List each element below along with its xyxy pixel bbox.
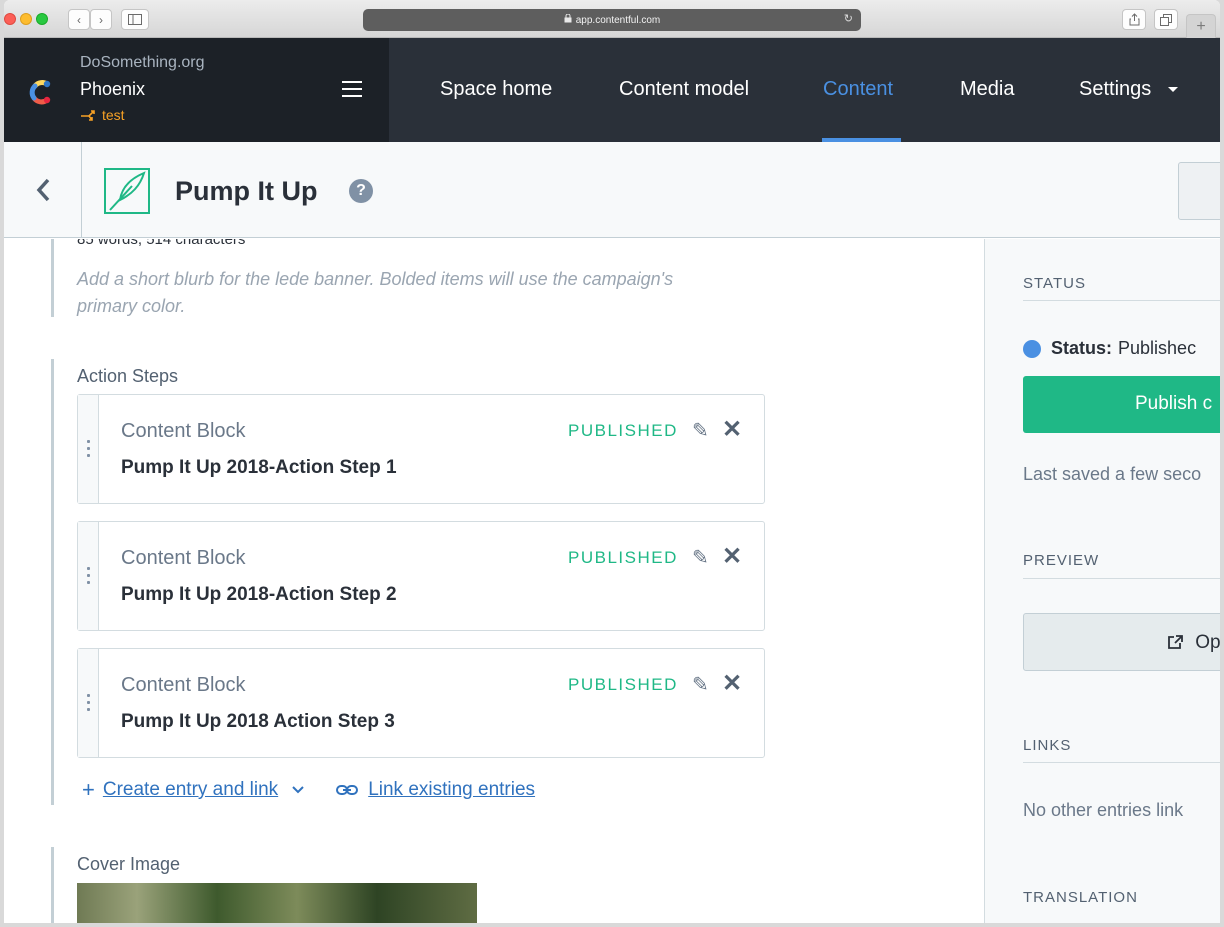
caret-down-icon: [1167, 86, 1178, 92]
card-title: Pump It Up 2018 Action Step 3: [121, 711, 395, 732]
field-help-text: Add a short blurb for the lede banner. B…: [77, 269, 674, 316]
chevron-down-icon[interactable]: [292, 786, 304, 794]
card-content-type: Content Block: [121, 547, 246, 569]
entry-status: Status: Publishec: [1023, 338, 1196, 359]
drag-handle-icon[interactable]: [78, 395, 99, 503]
nav-settings[interactable]: Settings: [1079, 78, 1179, 101]
browser-forward-button[interactable]: ›: [90, 9, 112, 30]
reference-card[interactable]: Content Block Pump It Up 2018-Action Ste…: [77, 394, 765, 504]
status-label: Status:: [1051, 338, 1113, 358]
organization-name: DoSomething.org: [80, 54, 205, 71]
card-title: Pump It Up 2018-Action Step 2: [121, 584, 397, 605]
browser-window: ‹ › app.contentful.com ↻ + DoSomething.o…: [4, 0, 1220, 923]
back-button[interactable]: [4, 142, 82, 238]
entry-sidebar: STATUS Status: Publishec Publish c Last …: [984, 239, 1220, 923]
cover-image-label: Cover Image: [77, 854, 181, 874]
nav-content-model[interactable]: Content model: [619, 78, 749, 101]
nav-media[interactable]: Media: [960, 78, 1014, 101]
divider: [1023, 300, 1220, 301]
reference-card[interactable]: Content Block Pump It Up 2018 Action Ste…: [77, 648, 765, 758]
plus-icon: +: [1196, 17, 1206, 35]
field-border: [51, 359, 54, 805]
sidebar-icon: [128, 14, 142, 25]
divider: [1023, 578, 1220, 579]
space-switcher[interactable]: DoSomething.org Phoenix test: [4, 38, 389, 142]
environment-label: test: [80, 107, 125, 123]
external-link-icon: [1168, 635, 1183, 649]
space-name: Phoenix: [80, 79, 146, 99]
preview-heading: PREVIEW: [1023, 552, 1100, 569]
status-value: Publishec: [1118, 338, 1197, 358]
preview-button-label: Op: [1195, 632, 1220, 653]
reference-card[interactable]: Content Block Pump It Up 2018-Action Ste…: [77, 521, 765, 631]
entry-title: Pump It Up: [175, 176, 318, 206]
address-bar[interactable]: app.contentful.com ↻: [363, 9, 861, 31]
field-border: [51, 847, 54, 923]
link-icon: [336, 785, 359, 795]
browser-back-button[interactable]: ‹: [68, 9, 90, 30]
status-heading: STATUS: [1023, 275, 1086, 292]
publish-button[interactable]: Publish c: [1023, 376, 1220, 433]
zoom-window-button[interactable]: [36, 13, 48, 25]
tabs-button[interactable]: [1154, 9, 1178, 30]
status-dot-icon: [1023, 339, 1041, 358]
field-border: [51, 239, 54, 317]
lock-icon: [564, 13, 572, 26]
card-content-type: Content Block: [121, 674, 246, 696]
environment-name: test: [102, 107, 125, 123]
status-badge: PUBLISHED: [568, 548, 678, 567]
card-content-type: Content Block: [121, 420, 246, 442]
reload-icon[interactable]: ↻: [844, 12, 853, 25]
plus-icon: +: [82, 777, 95, 802]
close-window-button[interactable]: [4, 13, 16, 25]
nav-space-home[interactable]: Space home: [440, 78, 552, 101]
nav-content[interactable]: Content: [823, 78, 893, 101]
entry-editor: 85 words, 514 characters Add a short blu…: [4, 239, 984, 923]
chevron-right-icon: ›: [99, 12, 103, 27]
translation-heading: TRANSLATION: [1023, 889, 1138, 906]
action-steps-label: Action Steps: [77, 366, 179, 386]
chevron-left-icon: [36, 178, 49, 202]
address-url: app.contentful.com: [575, 14, 661, 26]
drag-handle-icon[interactable]: [78, 522, 99, 630]
feather-icon: [109, 171, 146, 211]
last-saved-text: Last saved a few seco: [1023, 464, 1202, 484]
chevron-left-icon: ‹: [77, 12, 81, 27]
contentful-logo-icon: [29, 80, 51, 105]
branch-icon: [81, 110, 95, 121]
cover-image-preview[interactable]: [77, 883, 477, 923]
links-text: No other entries link: [1023, 800, 1184, 820]
entry-header: Pump It Up ?: [4, 142, 1220, 238]
close-icon[interactable]: ✕: [722, 669, 742, 698]
nav-settings-label: Settings: [1079, 78, 1152, 100]
reference-actions: + Create entry and link Link existing en…: [82, 777, 535, 803]
entry-content-type-icon: [104, 168, 150, 214]
status-badge: PUBLISHED: [568, 675, 678, 694]
hamburger-menu-icon[interactable]: [342, 81, 362, 97]
share-icon: [1129, 13, 1139, 26]
divider: [1023, 762, 1220, 763]
sidebar-toggle-button[interactable]: [121, 9, 149, 30]
new-tab-button[interactable]: +: [1186, 14, 1216, 38]
drag-handle-icon[interactable]: [78, 649, 99, 757]
status-badge: PUBLISHED: [568, 421, 678, 440]
close-icon[interactable]: ✕: [722, 415, 742, 444]
top-navigation: DoSomething.org Phoenix test Space home …: [4, 38, 1220, 142]
open-preview-button[interactable]: Op: [1023, 613, 1220, 671]
link-existing-entries[interactable]: Link existing entries: [368, 779, 535, 801]
help-icon[interactable]: ?: [349, 179, 373, 203]
share-button[interactable]: [1122, 9, 1146, 30]
card-title: Pump It Up 2018-Action Step 1: [121, 457, 397, 478]
character-counter: 85 words, 514 characters: [77, 239, 246, 248]
links-heading: LINKS: [1023, 737, 1072, 754]
tabs-icon: [1160, 13, 1172, 26]
close-icon[interactable]: ✕: [722, 542, 742, 571]
pencil-icon[interactable]: ✎: [692, 545, 709, 570]
create-entry-link[interactable]: Create entry and link: [103, 779, 278, 801]
pencil-icon[interactable]: ✎: [692, 418, 709, 443]
browser-toolbar: ‹ › app.contentful.com ↻ +: [4, 0, 1220, 38]
pencil-icon[interactable]: ✎: [692, 672, 709, 697]
header-action-button[interactable]: [1178, 162, 1220, 220]
minimize-window-button[interactable]: [20, 13, 32, 25]
